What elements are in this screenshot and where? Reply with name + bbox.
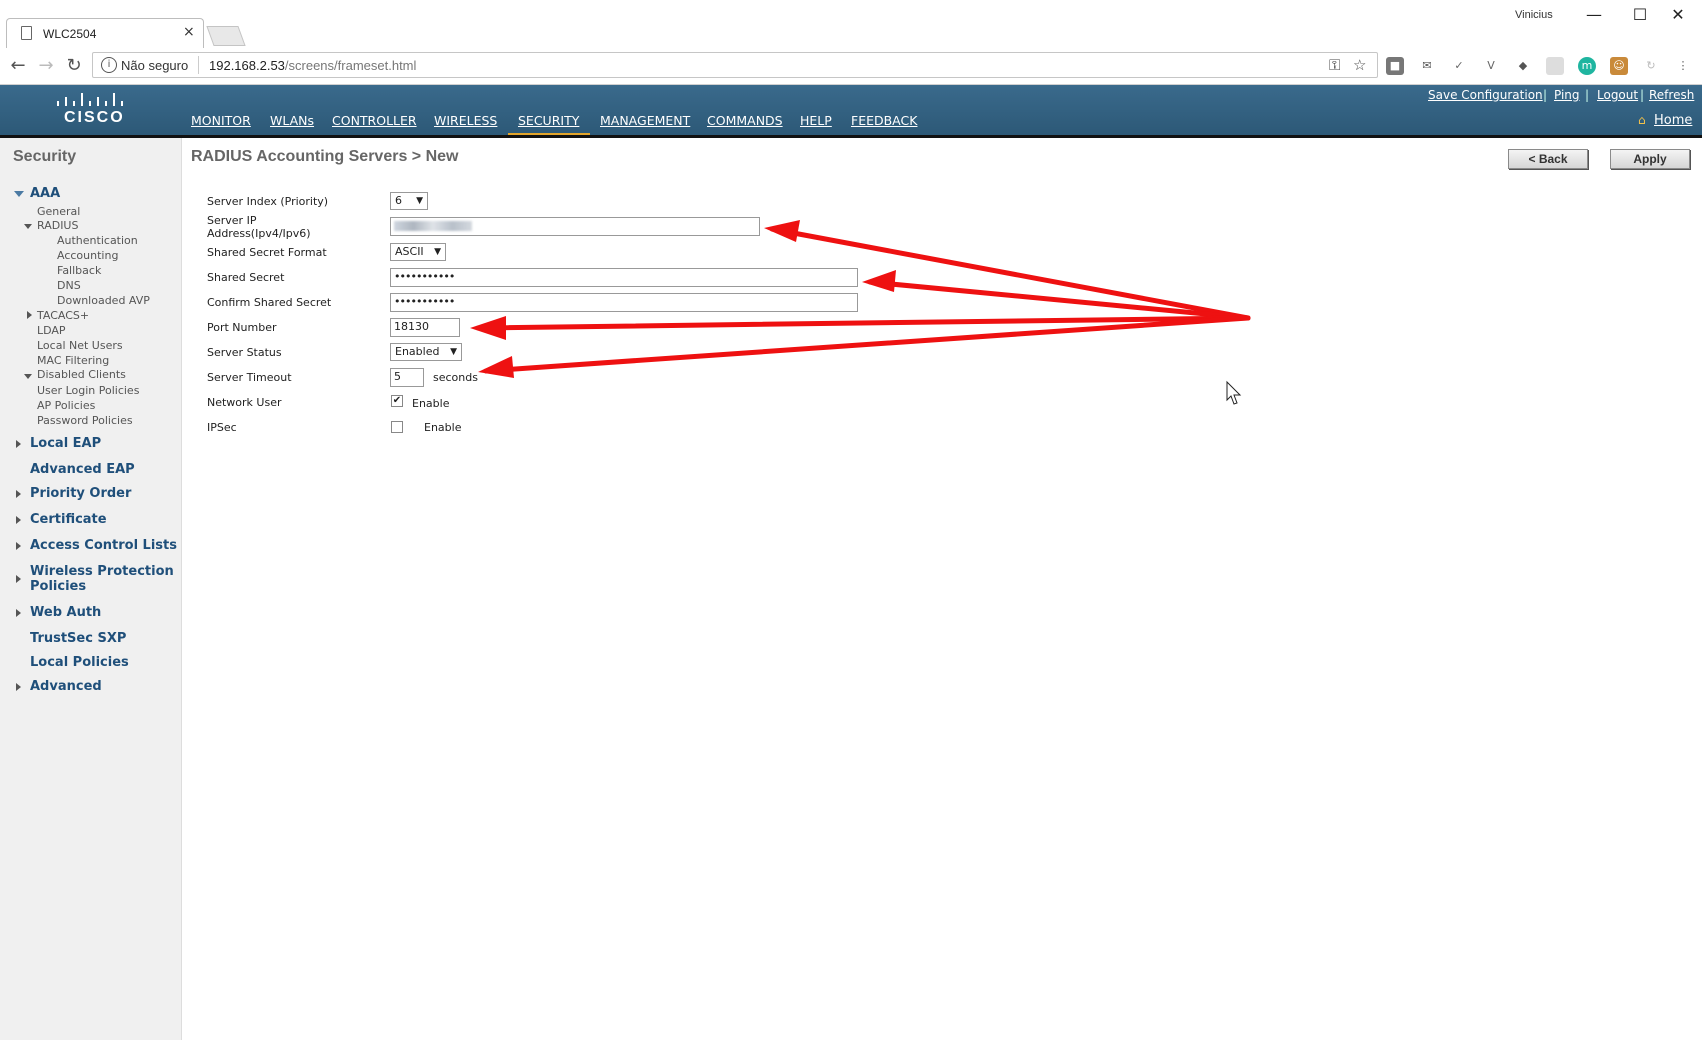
arrowhead-port-number [470, 316, 506, 340]
annotation-arrows [470, 220, 1251, 405]
mouse-cursor-icon [1226, 380, 1242, 405]
arrow-to-shared-secret [867, 279, 1251, 321]
arrowhead-server-timeout [478, 356, 514, 378]
arrowhead-shared-secret [862, 270, 896, 292]
arrowhead-server-ip [764, 220, 800, 242]
arrow-to-server-ip [769, 226, 1251, 321]
